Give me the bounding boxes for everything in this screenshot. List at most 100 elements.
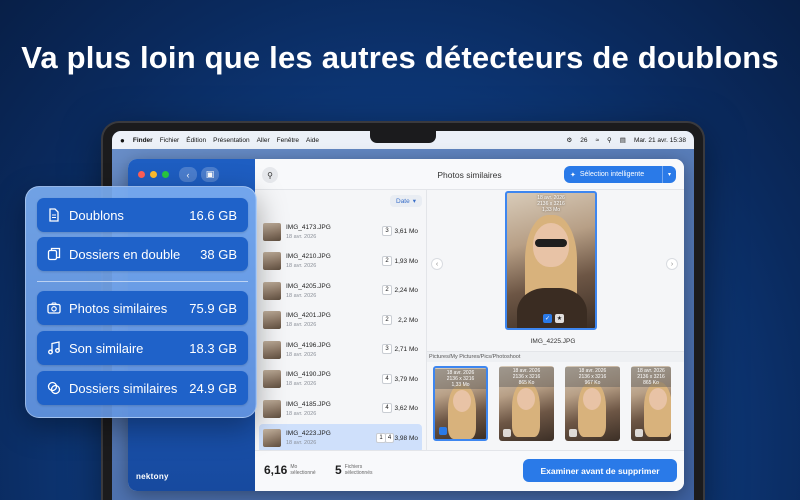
smart-selection-button[interactable]: ✦ Sélection intelligente ▾ — [564, 166, 676, 183]
back-button[interactable]: ‹ — [179, 167, 197, 182]
file-size: 2,71 Mo — [394, 346, 419, 353]
favorite-button[interactable]: ★ — [555, 314, 564, 323]
apple-icon[interactable]: ● — [120, 136, 125, 145]
sort-dropdown[interactable]: Date ▾ — [390, 195, 422, 207]
chevron-down-icon[interactable]: ▾ — [662, 166, 676, 183]
file-name: IMG_4173.JPG — [286, 223, 331, 231]
category-duplicates[interactable]: Doublons 16.6 GB — [37, 198, 248, 232]
file-name: IMG_4196.JPG — [286, 341, 331, 349]
similar-photo-thumbnail[interactable]: 18 avr. 2026 2136 x 3216 865 Ko — [499, 366, 554, 441]
photo-thumbnail — [263, 252, 281, 271]
thumb-info: 18 avr. 2026 2136 x 3216 865 Ko — [631, 367, 671, 387]
photo-size: 1,33 Mo — [541, 207, 561, 213]
wifi-icon[interactable]: ≈ — [595, 137, 599, 144]
star-icon: ★ — [556, 316, 563, 322]
duplicate-count: 4 — [382, 403, 392, 413]
list-item[interactable]: IMG_4205.JPG 18 avr. 2026 2 2,24 Mo — [259, 276, 422, 306]
chevron-left-icon: ‹ — [186, 169, 190, 180]
file-date: 18 avr. 2026 — [286, 410, 317, 417]
file-name: IMG_4190.JPG — [286, 371, 331, 379]
similar-photo-thumbnail[interactable]: 18 avr. 2026 2136 x 3216 1,33 Mo — [433, 366, 488, 441]
menu-item-fichier[interactable]: Fichier — [160, 137, 180, 144]
duplicate-count: 2 — [382, 314, 392, 325]
menu-item-fenetre[interactable]: Fenêtre — [277, 137, 299, 144]
file-list-pane: Date ▾ IMG_4173.JPG 18 avr. 2026 3 3,61 M… — [255, 190, 427, 453]
size-caption: sélectionné — [290, 470, 316, 476]
category-label: Dossiers similaires — [69, 380, 178, 396]
previous-photo-button[interactable]: ‹ — [431, 258, 443, 270]
duplicate-count: 2 — [382, 255, 392, 266]
camera-icon — [47, 301, 61, 315]
photo-subject-face — [517, 388, 535, 410]
bottom-bar: 6,16 Mo sélectionné 5 Fichiers sélectionné… — [255, 450, 684, 491]
category-similar-folders[interactable]: Dossiers similaires 24.9 GB — [37, 371, 248, 405]
duplicate-count: 2 — [382, 285, 392, 295]
category-label: Son similaire — [69, 340, 144, 356]
gear-icon[interactable]: ⚙ — [566, 136, 572, 144]
menu-item-edition[interactable]: Édition — [186, 137, 206, 144]
photo-subject-glasses — [535, 239, 567, 247]
category-label: Dossiers en double — [69, 246, 181, 262]
smart-selection-label: Sélection intelligente — [579, 171, 645, 178]
minimize-window-button[interactable] — [150, 171, 157, 178]
menu-item-aller[interactable]: Aller — [257, 137, 270, 144]
folder-path: Pictures/My Pictures/Pics/Photoshoot — [427, 351, 684, 362]
photo-thumbnail — [263, 370, 281, 389]
file-list: IMG_4173.JPG 18 avr. 2026 3 3,61 Mo IMG_4… — [259, 217, 422, 453]
menu-item-aide[interactable]: Aide — [306, 137, 319, 144]
checkbox-checked[interactable]: ✓ — [543, 314, 552, 323]
check-icon: ✓ — [544, 316, 551, 322]
control-center-icon[interactable]: ▤ — [620, 136, 626, 144]
similar-photo-thumbnail[interactable]: 18 avr. 2026 2136 x 3216 967 Ko — [565, 366, 620, 441]
photo-subject-face — [453, 390, 471, 412]
menu-item-presentation[interactable]: Présentation — [213, 137, 250, 144]
checkbox[interactable] — [569, 429, 577, 437]
file-size: 3,62 Mo — [394, 405, 419, 412]
file-size: 1,93 Mo — [394, 257, 419, 265]
brand-logo: nektony — [136, 472, 169, 481]
menu-item-finder[interactable]: Finder — [133, 137, 153, 144]
list-item[interactable]: IMG_4173.JPG 18 avr. 2026 3 3,61 Mo — [259, 217, 422, 247]
category-size: 75.9 GB — [189, 300, 237, 316]
photo-thumbnail — [263, 311, 281, 330]
large-photo-preview[interactable]: 18 avr. 2026 2136 x 3216 1,33 Mo ✓ ★ — [505, 191, 597, 330]
file-name: IMG_4210.JPG — [286, 253, 331, 261]
checkbox[interactable] — [635, 429, 643, 437]
checkbox-checked[interactable] — [439, 427, 447, 435]
list-item-selected[interactable]: IMG_4223.JPG 18 avr. 2026 1 4 3,98 Mo — [259, 423, 422, 453]
duplicate-count: 3 — [382, 344, 392, 354]
category-label: Doublons — [69, 207, 124, 223]
category-duplicate-folders[interactable]: Dossiers en double 38 GB — [37, 237, 248, 271]
duplicate-count: 3 — [382, 226, 392, 236]
file-size: 3,98 Mo — [394, 434, 419, 442]
menu-clock[interactable]: Mar. 21 avr. 15:38 — [634, 137, 686, 144]
category-similar-sound[interactable]: Son similaire 18.3 GB — [37, 331, 248, 365]
category-size: 24.9 GB — [189, 380, 237, 396]
zoom-window-button[interactable] — [162, 171, 169, 178]
photo-subject-coat — [517, 288, 587, 328]
next-photo-button[interactable]: › — [666, 258, 678, 270]
photo-thumbnail — [263, 340, 281, 359]
page-headline: Va plus loin que les autres détecteurs d… — [21, 40, 779, 75]
list-item[interactable]: IMG_4190.JPG 18 avr. 2026 4 3,79 Mo — [259, 365, 422, 395]
list-item[interactable]: IMG_4201.JPG 18 avr. 2026 2 2,2 Mo — [259, 306, 422, 336]
search-icon[interactable]: ⚲ — [607, 136, 612, 144]
list-item[interactable]: IMG_4210.JPG 18 avr. 2026 2 1,93 Mo — [259, 247, 422, 277]
photo-info-overlay: 18 avr. 2026 2136 x 3216 1,33 Mo — [507, 195, 595, 213]
copy-icon — [47, 247, 61, 261]
selected-files-value: 5 — [335, 463, 342, 477]
checkbox[interactable] — [503, 429, 511, 437]
close-window-button[interactable] — [138, 171, 145, 178]
sidebar-toggle-button[interactable]: ▣ — [201, 167, 219, 182]
list-item[interactable]: IMG_4185.JPG 18 avr. 2026 4 3,62 Mo — [259, 394, 422, 424]
list-item[interactable]: IMG_4196.JPG 18 avr. 2026 3 2,71 Mo — [259, 335, 422, 365]
selected-files-label: Fichiers sélectionnés — [345, 464, 373, 476]
selected-size-value: 6,16 — [264, 463, 288, 477]
review-before-delete-button[interactable]: Examiner avant de supprimer — [523, 459, 677, 482]
photo-thumbnail — [263, 222, 281, 241]
category-similar-photos[interactable]: Photos similaires 75.9 GB — [37, 291, 248, 325]
similar-photo-thumbnail[interactable]: 18 avr. 2026 2136 x 3216 865 Ko — [631, 366, 671, 441]
file-size: 2,2 Mo — [398, 316, 418, 324]
category-size: 18.3 GB — [189, 340, 237, 356]
divider — [37, 281, 248, 282]
